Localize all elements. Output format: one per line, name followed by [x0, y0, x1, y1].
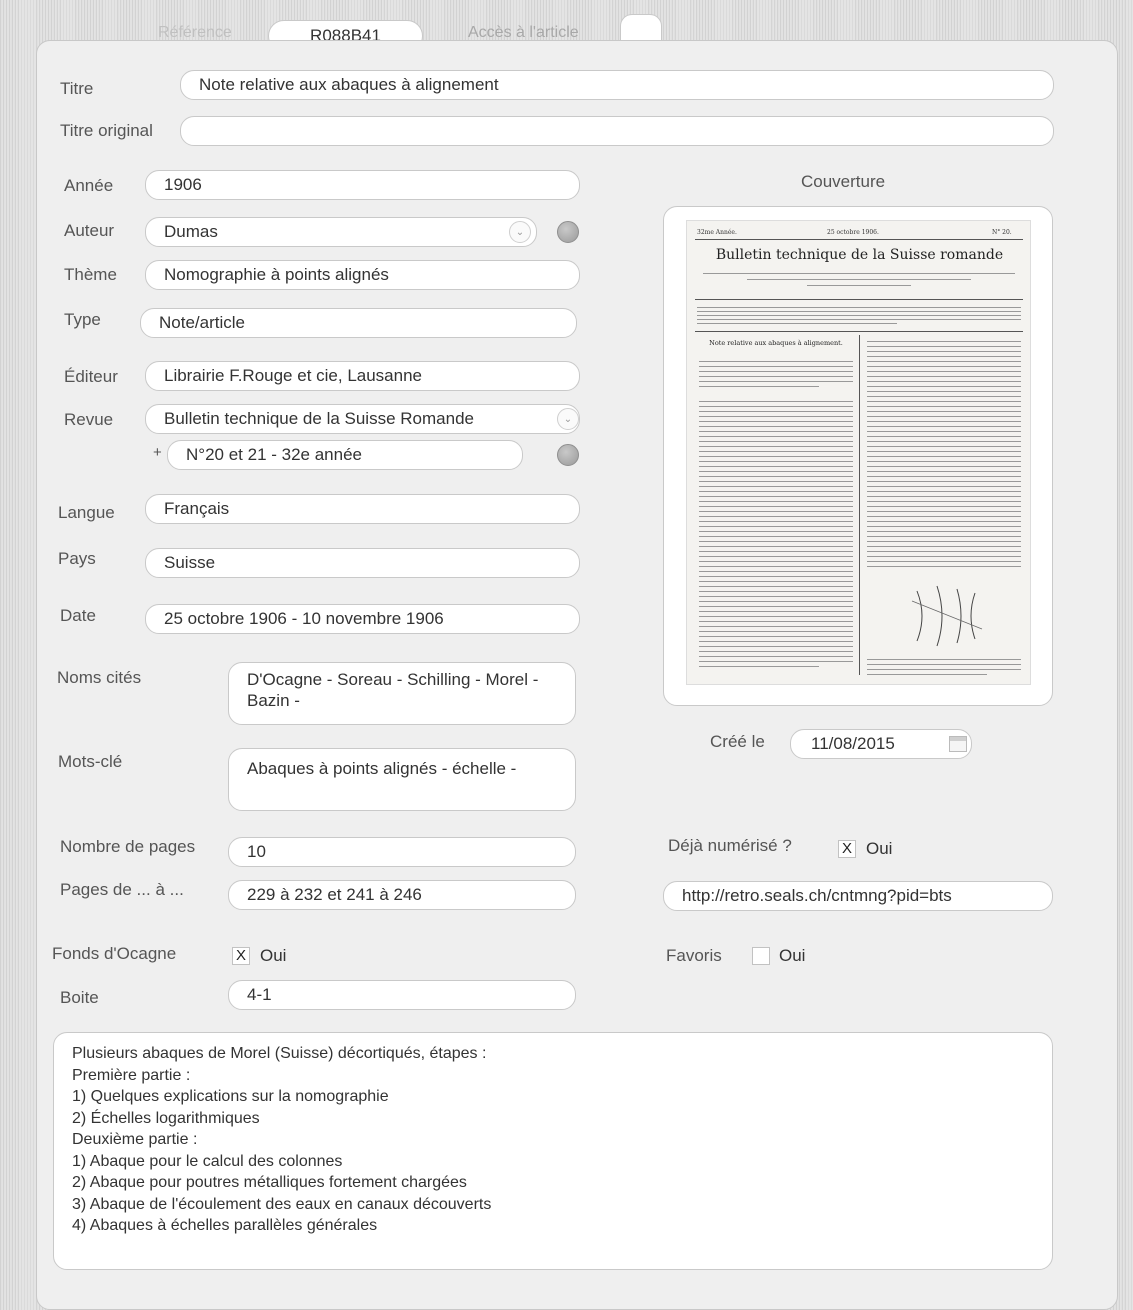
langue-label: Langue: [58, 503, 115, 522]
theme-field[interactable]: Nomographie à points alignés: [145, 260, 580, 290]
pages-label: Pages de ... à ...: [60, 880, 184, 899]
doc-title: Bulletin technique de la Suisse romande: [715, 247, 1004, 263]
editeur-label: Éditeur: [64, 367, 118, 386]
boite-field[interactable]: 4-1: [228, 980, 576, 1010]
type-label: Type: [64, 310, 101, 329]
numero-status-dot-icon[interactable]: [557, 444, 579, 466]
fonds-ocagne-option: Oui: [260, 946, 287, 965]
revue-field[interactable]: Bulletin technique de la Suisse Romande: [145, 404, 580, 434]
auteur-field[interactable]: Dumas: [145, 217, 537, 247]
titre-field[interactable]: Note relative aux abaques à alignement: [180, 70, 1054, 100]
pays-field[interactable]: Suisse: [145, 548, 580, 578]
titre-original-field[interactable]: [180, 116, 1054, 146]
boite-label: Boite: [60, 988, 99, 1007]
annee-field[interactable]: 1906: [145, 170, 580, 200]
notes-line: Première partie :: [72, 1066, 191, 1084]
notes-line: 4) Abaques à échelles parallèles général…: [72, 1217, 378, 1234]
notes-line: Plusieurs abaques de Morel (Suisse) déco…: [72, 1045, 487, 1062]
nombre-pages-label: Nombre de pages: [60, 837, 196, 856]
notes-line: 2) Abaque pour poutres métalliques forte…: [72, 1174, 467, 1191]
favoris-checkbox[interactable]: [752, 947, 770, 965]
fonds-ocagne-checkbox[interactable]: X: [232, 947, 250, 965]
couverture-label: Couverture: [801, 172, 886, 191]
titre-original-label: Titre original: [60, 121, 153, 140]
notes-line: 1) Quelques explications sur la nomograp…: [72, 1088, 389, 1105]
url-field[interactable]: http://retro.seals.ch/cntmng?pid=bts: [663, 881, 1053, 911]
noms-cites-field[interactable]: D'Ocagne - Soreau - Schilling - Morel - …: [228, 662, 576, 725]
numero-field[interactable]: N°20 et 21 - 32e année: [167, 440, 523, 470]
theme-label: Thème: [64, 265, 117, 284]
numero-plus[interactable]: +: [153, 444, 162, 461]
favoris-label: Favoris: [666, 946, 722, 965]
date-label: Date: [60, 606, 96, 625]
doc-article-title: Note relative aux abaques à alignement.: [709, 339, 843, 347]
doc-header-mid: 25 octobre 1906.: [827, 229, 879, 236]
notes-line: 1) Abaque pour le calcul des colonnes: [72, 1152, 343, 1170]
pays-label: Pays: [58, 549, 96, 568]
nombre-pages-field[interactable]: 10: [228, 837, 576, 867]
type-field[interactable]: Note/article: [140, 308, 577, 338]
titre-label: Titre: [60, 79, 94, 98]
calendar-icon[interactable]: [949, 736, 967, 752]
annee-label: Année: [64, 176, 114, 195]
auteur-dropdown-chevron-down-icon[interactable]: ⌄: [509, 221, 531, 243]
cover-document-image: 32me Année. 25 octobre 1906. N° 20. Bull…: [686, 220, 1031, 685]
doc-header-right: N° 20.: [992, 229, 1012, 236]
editeur-field[interactable]: Librairie F.Rouge et cie, Lausanne: [145, 361, 580, 391]
notes-line: Deuxième partie :: [72, 1131, 198, 1148]
notes-textarea[interactable]: Plusieurs abaques de Morel (Suisse) déco…: [53, 1032, 1053, 1270]
numerise-label: Déjà numérisé ?: [668, 836, 792, 855]
pages-field[interactable]: 229 à 232 et 241 à 246: [228, 880, 576, 910]
date-field[interactable]: 25 octobre 1906 - 10 novembre 1906: [145, 604, 580, 634]
fonds-ocagne-label: Fonds d'Ocagne: [52, 944, 177, 963]
cree-le-label: Créé le: [710, 732, 765, 751]
noms-cites-label: Noms cités: [57, 668, 142, 687]
auteur-label: Auteur: [64, 221, 115, 240]
numerise-checkbox[interactable]: X: [838, 840, 856, 858]
doc-nomogram-figure: [911, 585, 983, 647]
favoris-option: Oui: [779, 946, 806, 965]
mots-cle-label: Mots-clé: [58, 752, 123, 771]
couverture-image-frame[interactable]: 32me Année. 25 octobre 1906. N° 20. Bull…: [663, 206, 1053, 706]
auteur-status-dot-icon[interactable]: [557, 221, 579, 243]
notes-line: 2) Échelles logarithmiques: [72, 1109, 260, 1127]
numerise-option: Oui: [866, 839, 893, 858]
revue-label: Revue: [64, 410, 114, 429]
revue-dropdown-chevron-down-icon[interactable]: ⌄: [557, 408, 579, 430]
doc-header-left: 32me Année.: [697, 229, 737, 236]
cree-le-field[interactable]: 11/08/2015: [790, 729, 972, 759]
notes-line: 3) Abaque de l'écoulement des eaux en ca…: [72, 1195, 492, 1213]
langue-field[interactable]: Français: [145, 494, 580, 524]
mots-cle-field[interactable]: Abaques à points alignés - échelle -: [228, 748, 576, 811]
